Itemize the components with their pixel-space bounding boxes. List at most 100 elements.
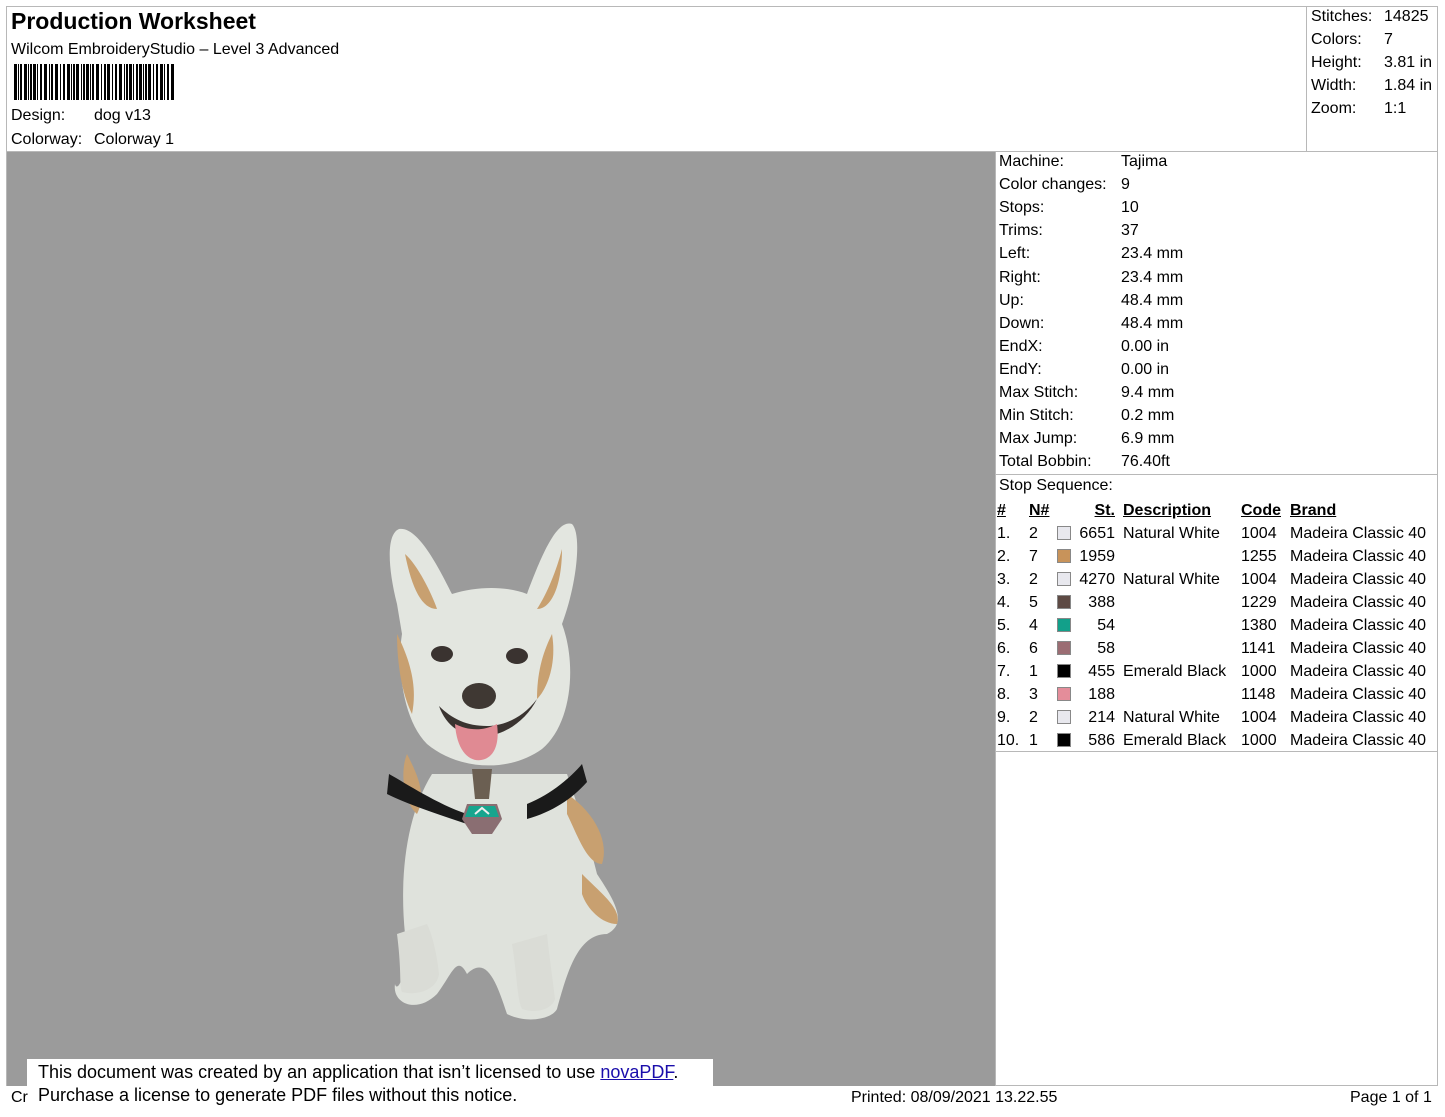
summary-value: 1:1 <box>1384 100 1407 117</box>
row-code: 1255 <box>1241 547 1277 565</box>
col-code-header: Code <box>1241 501 1281 519</box>
color-swatch-icon <box>1057 641 1071 656</box>
row-stitches: 388 <box>1088 593 1115 611</box>
machine-info-value: Tajima <box>1121 153 1168 170</box>
row-index: 9. <box>997 708 1011 726</box>
barcode-bar <box>18 64 19 100</box>
summary-value: 7 <box>1384 31 1393 48</box>
barcode-bar <box>153 64 154 100</box>
row-code: 1004 <box>1241 524 1277 542</box>
machine-info-label: Max Jump: <box>999 430 1078 448</box>
design-preview <box>7 152 995 1086</box>
row-needle: 1 <box>1029 662 1038 680</box>
summary-label: Height: <box>1311 54 1362 71</box>
row-needle: 2 <box>1029 524 1038 542</box>
row-stitches: 1959 <box>1079 547 1115 565</box>
barcode-bar <box>136 64 138 100</box>
col-description-header: Description <box>1123 501 1212 519</box>
machine-info-value: 10 <box>1121 199 1139 217</box>
barcode-bar <box>148 64 151 100</box>
embroidered-dog-image <box>387 523 618 1020</box>
row-brand: Madeira Classic 40 <box>1290 593 1427 611</box>
barcode-bar <box>112 64 113 100</box>
row-index: 7. <box>997 662 1011 680</box>
barcode-bar <box>33 64 36 100</box>
row-code: 1004 <box>1241 708 1277 726</box>
summary-label: Zoom: <box>1311 100 1357 117</box>
machine-info-label: Up: <box>999 291 1024 309</box>
barcode-bar <box>20 64 22 100</box>
row-brand: Madeira Classic 40 <box>1290 570 1427 588</box>
row-description: Emerald Black <box>1123 662 1227 680</box>
colorway-value: Colorway 1 <box>94 131 175 148</box>
color-swatch-icon <box>1057 710 1071 725</box>
row-needle: 3 <box>1029 685 1038 703</box>
summary-value: 14825 <box>1384 8 1429 25</box>
row-brand: Madeira Classic 40 <box>1290 639 1427 657</box>
barcode-bar <box>71 64 72 100</box>
row-code: 1148 <box>1241 685 1276 703</box>
row-needle: 5 <box>1029 593 1038 611</box>
machine-info-value: 48.4 mm <box>1121 314 1184 332</box>
row-stitches: 188 <box>1088 685 1115 703</box>
barcode-bar <box>40 64 42 100</box>
barcode-bar <box>81 64 82 100</box>
barcode-bar <box>76 64 79 100</box>
barcode-bar <box>126 64 128 100</box>
barcode-bar <box>145 64 147 100</box>
row-index: 1. <box>997 524 1011 542</box>
machine-info-label: EndY: <box>999 360 1042 378</box>
barcode-bar <box>55 64 58 100</box>
row-index: 8. <box>997 685 1011 703</box>
table-row: 1. 2 6651 Natural White 1004 Madeira Classic … <box>997 522 1426 545</box>
barcode-bar <box>90 64 91 100</box>
table-row: 5. 4 54 1380 Madeira Classic 40 <box>997 614 1426 637</box>
barcode-bar <box>143 64 144 100</box>
machine-info-label: Total Bobbin: <box>999 453 1092 471</box>
row-brand: Madeira Classic 40 <box>1290 616 1427 634</box>
barcode-bar <box>30 64 32 100</box>
row-index: 4. <box>997 593 1011 611</box>
notice-period: . <box>673 1062 679 1082</box>
summary-label: Width: <box>1311 77 1357 94</box>
machine-info-value: 76.40ft <box>1121 453 1170 471</box>
row-stitches: 214 <box>1088 708 1115 726</box>
barcode-bar <box>44 64 47 100</box>
row-code: 1000 <box>1241 662 1277 680</box>
barcode-bar <box>96 64 99 100</box>
row-needle: 7 <box>1029 547 1038 565</box>
page-number: Page 1 of 1 <box>1350 1089 1432 1106</box>
row-description: Natural White <box>1123 708 1220 726</box>
footer-left-text: Cr <box>11 1089 28 1106</box>
row-brand: Madeira Classic 40 <box>1290 708 1427 726</box>
summary-label: Stitches: <box>1311 8 1373 25</box>
row-description <box>1115 614 1241 637</box>
table-row: 9. 2 214 Natural White 1004 Madeira Classic 4… <box>997 706 1426 729</box>
barcode-bar <box>164 64 165 100</box>
row-brand: Madeira Classic 40 <box>1290 524 1427 542</box>
novapdf-link[interactable]: novaPDF <box>600 1062 673 1082</box>
machine-info-label: Max Stitch: <box>999 384 1079 401</box>
summary-value: 3.81 in <box>1384 54 1433 71</box>
barcode-bar <box>107 64 110 100</box>
col-brand-header: Brand <box>1290 501 1337 519</box>
row-code: 1141 <box>1241 639 1276 657</box>
barcode-bar <box>171 64 174 100</box>
machine-info-value: 9.4 mm <box>1121 384 1175 401</box>
row-brand: Madeira Classic 40 <box>1290 547 1427 565</box>
machine-info-label: Right: <box>999 268 1041 286</box>
machine-info-value: 6.9 mm <box>1121 430 1175 448</box>
stop-sequence-table: # N# St. Description Code Brand 1. 2 6651 N… <box>997 499 1426 752</box>
color-swatch-icon <box>1057 572 1071 587</box>
barcode-bar <box>86 64 89 100</box>
barcode-bar <box>119 64 122 100</box>
preview-divider <box>995 151 996 1086</box>
machine-info-label: Trims: <box>999 222 1043 240</box>
barcode-bar <box>63 64 65 100</box>
barcode-bar <box>156 64 158 100</box>
notice-text-line2: Purchase a license to generate PDF files… <box>38 1085 518 1105</box>
row-description: Natural White <box>1123 524 1220 542</box>
col-index-header: # <box>997 501 1006 519</box>
color-swatch-icon <box>1057 687 1071 702</box>
barcode-bar <box>67 64 70 100</box>
